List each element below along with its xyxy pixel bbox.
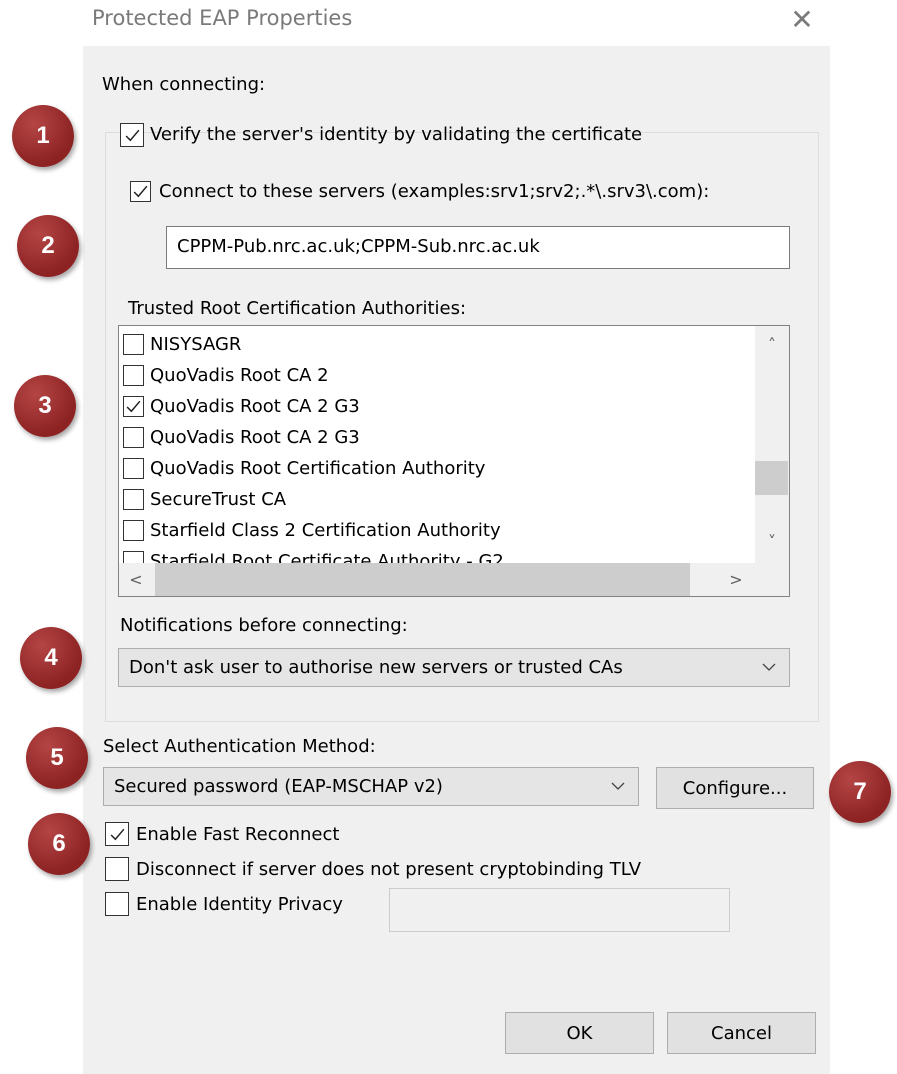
list-item[interactable]: QuoVadis Root CA 2 G3 [123, 422, 360, 453]
ca-label: QuoVadis Root CA 2 G3 [150, 396, 360, 417]
cryptobinding-label: Disconnect if server does not present cr… [136, 859, 642, 880]
checkmark-icon [125, 129, 139, 141]
cancel-button[interactable]: Cancel [667, 1012, 816, 1054]
checkmark-icon [110, 828, 124, 840]
chevron-down-icon [762, 663, 776, 671]
verify-server-checkbox[interactable] [120, 123, 144, 147]
checkmark-icon [133, 185, 148, 198]
callout-badge-6: 6 [28, 813, 90, 875]
scrollbar-corner [755, 561, 789, 596]
cryptobinding-checkbox[interactable] [105, 857, 129, 881]
vertical-scroll-thumb[interactable] [755, 461, 788, 495]
configure-button[interactable]: Configure... [656, 767, 814, 809]
ca-checkbox[interactable] [123, 520, 144, 541]
identity-privacy-label: Enable Identity Privacy [136, 894, 343, 915]
scroll-down-icon[interactable]: ˅ [755, 527, 789, 557]
scroll-up-icon[interactable]: ˄ [755, 330, 789, 360]
ca-checkbox[interactable] [123, 365, 144, 386]
auth-method-selected: Secured password (EAP-MSCHAP v2) [114, 776, 443, 797]
servers-input[interactable]: CPPM-Pub.nrc.ac.uk;CPPM-Sub.nrc.ac.uk [166, 226, 790, 269]
ca-label: NISYSAGR [150, 334, 242, 355]
identity-privacy-checkbox[interactable] [105, 892, 129, 916]
auth-method-label: Select Authentication Method: [103, 736, 376, 757]
auth-method-dropdown[interactable]: Secured password (EAP-MSCHAP v2) [103, 767, 639, 806]
fast-reconnect-checkbox[interactable] [105, 822, 129, 846]
connect-servers-checkbox[interactable] [130, 181, 151, 202]
list-item[interactable]: NISYSAGR [123, 329, 241, 360]
trusted-ca-list[interactable]: NISYSAGR QuoVadis Root CA 2 QuoVadis Roo… [118, 325, 790, 597]
notifications-label: Notifications before connecting: [120, 615, 408, 636]
notifications-dropdown[interactable]: Don't ask user to authorise new servers … [118, 648, 790, 687]
ca-checkbox[interactable] [123, 458, 144, 479]
scroll-right-icon[interactable]: > [721, 565, 751, 595]
fast-reconnect-label: Enable Fast Reconnect [136, 824, 340, 845]
callout-badge-7: 7 [829, 761, 891, 823]
window-title: Protected EAP Properties [92, 6, 353, 30]
checkmark-icon [126, 400, 141, 413]
callout-badge-2: 2 [17, 215, 79, 277]
list-item[interactable]: QuoVadis Root Certification Authority [123, 453, 485, 484]
identity-privacy-input[interactable] [389, 888, 730, 932]
when-connecting-heading: When connecting: [102, 74, 266, 95]
callout-badge-1: 1 [12, 105, 74, 167]
list-item[interactable]: QuoVadis Root CA 2 G3 [123, 391, 360, 422]
connect-servers-label: Connect to these servers (examples:srv1;… [159, 181, 710, 202]
horizontal-scroll-thumb[interactable] [155, 563, 690, 596]
close-icon[interactable]: ✕ [786, 0, 818, 40]
ca-label: QuoVadis Root CA 2 G3 [150, 427, 360, 448]
trusted-ca-label: Trusted Root Certification Authorities: [128, 298, 467, 319]
callout-badge-4: 4 [20, 627, 82, 689]
ok-button[interactable]: OK [505, 1012, 654, 1054]
ca-checkbox[interactable] [123, 334, 144, 355]
ca-checkbox[interactable] [123, 489, 144, 510]
list-item[interactable]: SecureTrust CA [123, 484, 286, 515]
scroll-left-icon[interactable]: < [121, 565, 151, 595]
chevron-down-icon [611, 782, 625, 790]
ca-label: QuoVadis Root Certification Authority [150, 458, 486, 479]
list-item[interactable]: Starfield Class 2 Certification Authorit… [123, 515, 501, 546]
ca-checkbox[interactable] [123, 427, 144, 448]
callout-badge-5: 5 [26, 727, 88, 789]
notifications-selected: Don't ask user to authorise new servers … [129, 657, 623, 678]
verify-server-label: Verify the server's identity by validati… [150, 124, 643, 145]
ca-label: Starfield Class 2 Certification Authorit… [150, 520, 501, 541]
vertical-scrollbar[interactable] [755, 326, 789, 561]
ca-label: QuoVadis Root CA 2 [150, 365, 329, 386]
list-item[interactable]: QuoVadis Root CA 2 [123, 360, 329, 391]
ca-checkbox[interactable] [123, 396, 144, 417]
callout-badge-3: 3 [14, 375, 76, 437]
ca-label: SecureTrust CA [150, 489, 287, 510]
